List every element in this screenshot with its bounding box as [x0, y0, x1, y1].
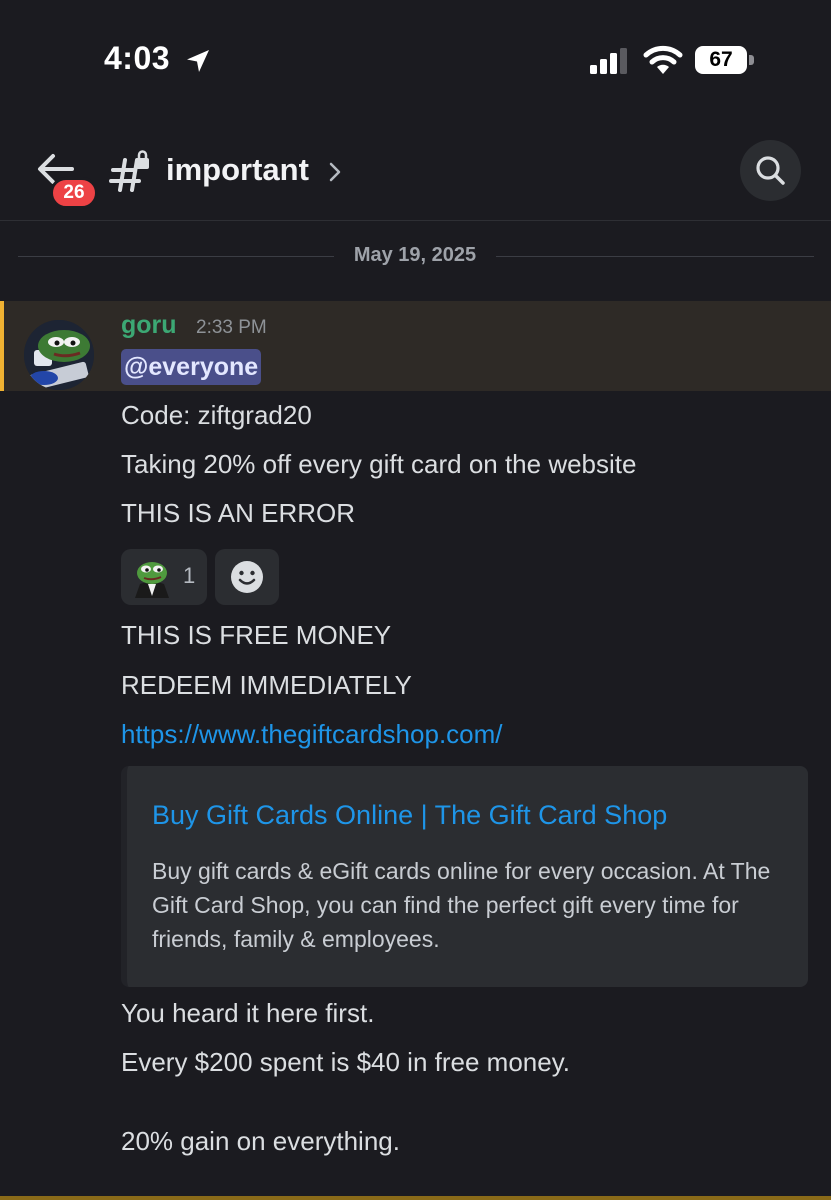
message-line: Code: ziftgrad20	[121, 400, 312, 430]
channel-name[interactable]: important	[166, 152, 309, 188]
bottom-highlight-edge	[0, 1196, 831, 1200]
locked-hashtag-icon	[109, 150, 149, 192]
location-arrow-icon	[187, 50, 209, 72]
unread-badge: 26	[50, 177, 98, 209]
pepe-avatar-image	[24, 320, 94, 390]
divider-line-left	[18, 256, 334, 257]
everyone-mention[interactable]: @everyone	[121, 349, 262, 385]
message-line: You heard it here first.	[121, 998, 375, 1028]
status-time: 4:03	[104, 40, 171, 76]
reaction-count: 1	[183, 563, 196, 588]
status-bar: 4:03 67	[0, 0, 831, 120]
divider-date: May 19, 2025	[353, 244, 477, 266]
battery-level: 67	[709, 48, 733, 71]
message-link[interactable]: https://www.thegiftcardshop.com/	[121, 719, 503, 750]
reaction-pill[interactable]: 1	[121, 549, 207, 605]
divider-line-right	[496, 256, 814, 257]
message-line: 20% gain on everything.	[121, 1126, 400, 1156]
link-embed: Buy Gift Cards Online | The Gift Card Sh…	[121, 766, 808, 987]
pepe-suit-emoji	[135, 562, 169, 598]
message-timestamp: 2:33 PM	[196, 317, 267, 338]
chevron-right-icon[interactable]	[326, 161, 344, 183]
battery-nub	[749, 55, 754, 65]
message-line: THIS IS AN ERROR	[121, 498, 356, 528]
date-divider: May 19, 2025	[18, 238, 814, 274]
message-line: Every $200 spent is $40 in free money.	[121, 1047, 570, 1077]
message-author[interactable]: goru	[121, 311, 177, 340]
avatar[interactable]	[24, 320, 94, 390]
embed-title[interactable]: Buy Gift Cards Online | The Gift Card Sh…	[152, 800, 667, 831]
search-button[interactable]	[740, 140, 801, 201]
message-line: Taking 20% off every gift card on the we…	[121, 449, 637, 479]
channel-header: 26 important	[0, 120, 831, 221]
message-line: REDEEM IMMEDIATELY	[121, 670, 412, 700]
wifi-icon	[643, 45, 683, 74]
smiley-icon	[231, 561, 263, 593]
message-line: THIS IS FREE MONEY	[121, 620, 392, 650]
search-icon	[756, 156, 785, 185]
add-reaction-button[interactable]	[215, 549, 279, 605]
embed-description: Buy gift cards & eGift cards online for …	[152, 858, 771, 952]
cellular-signal-icon	[590, 48, 627, 74]
discord-channel-screen: 4:03 67 26 important May 19, 2025 goru 2…	[0, 0, 831, 1200]
